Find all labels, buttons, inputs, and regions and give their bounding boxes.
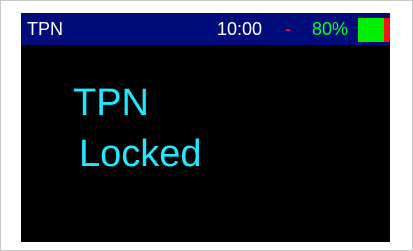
battery-empty-portion (384, 18, 390, 42)
status-bar: TPN 10:00 - 80% (21, 13, 390, 45)
battery-percent: 80% (312, 19, 349, 39)
battery-charge-fill (358, 18, 384, 42)
status-separator: - (285, 19, 291, 39)
status-time: 10:00 (217, 19, 263, 39)
lock-message-title: TPN (73, 82, 149, 124)
battery-icon (358, 18, 390, 42)
lock-message-status: Locked (79, 133, 202, 175)
device-frame: TPN 10:00 - 80% TPN Locked (0, 0, 413, 251)
status-title: TPN (27, 19, 63, 39)
device-screen: TPN 10:00 - 80% TPN Locked (21, 13, 390, 242)
